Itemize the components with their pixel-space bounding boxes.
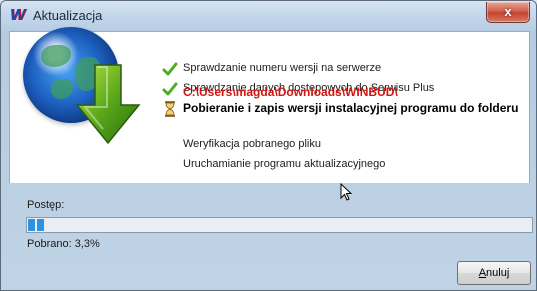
close-icon: x (504, 4, 512, 19)
cancel-accelerator: A (478, 267, 487, 279)
cancel-label: nuluj (486, 267, 510, 279)
mouse-cursor-icon (340, 183, 353, 201)
title-bar[interactable]: W Aktualizacja x (1, 1, 536, 31)
update-dialog: W Aktualizacja x Sprawdzanie numeru wers… (0, 0, 537, 291)
close-button[interactable]: x (486, 2, 530, 23)
check-icon (162, 62, 178, 76)
progress-fill (28, 219, 46, 231)
step-label: Pobieranie i zapis wersji instalacyjnej … (183, 101, 519, 115)
hourglass-icon (165, 101, 175, 117)
app-logo-icon: W (10, 7, 25, 24)
step-label: Weryfikacja pobranego pliku (183, 138, 321, 150)
window-title: Aktualizacja (33, 8, 103, 23)
check-icon (162, 82, 178, 96)
progress-label: Postęp: (27, 199, 65, 211)
cancel-button[interactable]: Anuluj (457, 261, 531, 285)
step-label: Sprawdzanie numeru wersji na serwerze (183, 62, 382, 74)
step-label: Uruchamianie programu aktualizacyjnego (183, 158, 386, 170)
download-arrow-icon (75, 64, 141, 145)
download-folder-path: C:\Users\magda\Downloads\WINBUD\ (183, 85, 398, 99)
downloaded-percent: Pobrano: 3,3% (27, 238, 100, 250)
progress-bar (26, 217, 533, 233)
